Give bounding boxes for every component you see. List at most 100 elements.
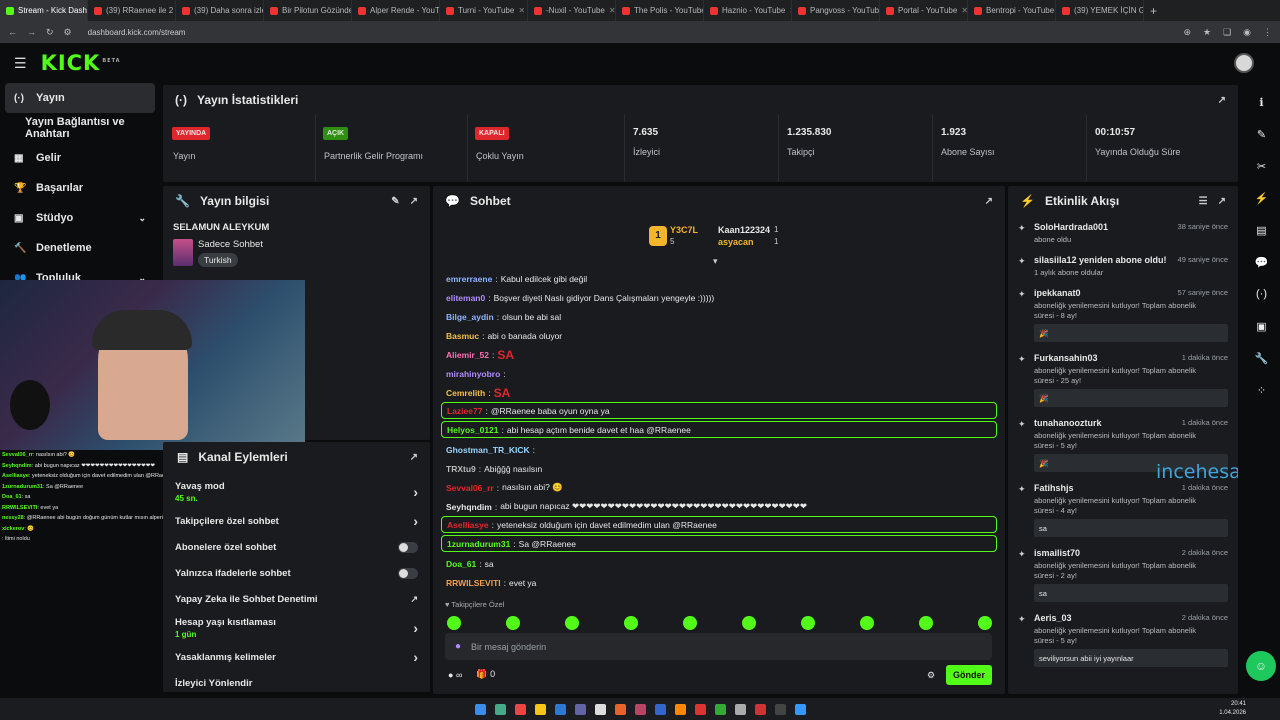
browser-tab[interactable]: (39) RRaenee ile 2 s✕ (88, 0, 176, 21)
taskbar-app-icon[interactable] (734, 703, 746, 715)
popout-icon[interactable]: ↗ (985, 196, 993, 207)
tag-chip[interactable]: Turkish (198, 253, 238, 267)
chat-message[interactable]: emrerraene: Kabul edilcek gibi değil (433, 269, 1005, 288)
sidebar-item[interactable]: 🔨 Denetleme (0, 233, 160, 263)
info-icon[interactable]: ℹ (1249, 89, 1275, 115)
bookmark-star-icon[interactable]: ★ (1203, 27, 1211, 38)
chat-message[interactable]: Aselliasye: yeteneksiz olduğum için davet… (441, 516, 997, 533)
chat-username[interactable]: Sevval06_rr (446, 483, 494, 493)
chat-input[interactable]: ● Bir mesaj gönderin (445, 633, 992, 660)
chat-message[interactable]: Basmuc: abi o banada oluyor (433, 326, 1005, 345)
chevron-right-icon[interactable]: › (413, 484, 418, 500)
profile-icon[interactable]: ◉ (1243, 27, 1251, 38)
zoom-icon[interactable]: ⊕ (1183, 27, 1191, 38)
broadcast-icon[interactable]: (·) (1249, 281, 1275, 307)
chat-username[interactable]: TRXtu9 (446, 464, 476, 474)
emote-icon[interactable] (624, 616, 638, 630)
feed-name[interactable]: ipekkanat0 (1034, 288, 1081, 298)
feed-item[interactable]: ✦ SoloHardrada001 38 saniye önce abone oldu (1008, 216, 1238, 249)
mic-icon[interactable]: ● (455, 641, 461, 652)
chat-message[interactable]: Laziee77: @RRaenee baba oyun oyna ya (441, 402, 997, 419)
chat-message[interactable]: Bilge_aydin: olsun be abi sal (433, 307, 1005, 326)
browser-tab[interactable]: Pangvoss - YouTube✕ (792, 0, 880, 21)
emote-icon[interactable] (801, 616, 815, 630)
taskbar-app-icon[interactable] (594, 703, 606, 715)
chat-username[interactable]: Helyos_0121 (447, 425, 499, 435)
hamburger-icon[interactable]: ☰ (14, 55, 27, 72)
chat-message[interactable]: Seyhqndim: abi bugun napıcaz ❤❤❤❤❤❤❤❤❤❤❤❤… (433, 497, 1005, 516)
chevron-right-icon[interactable]: › (413, 513, 418, 529)
channel-action-item[interactable]: Yalnızca ifadelerle sohbet (163, 560, 430, 586)
chat-message[interactable]: Helyos_0121: abi hesap açtım benide davet… (441, 421, 997, 438)
list-icon[interactable]: ▤ (1249, 217, 1275, 243)
emote-icon[interactable] (683, 616, 697, 630)
feed-item[interactable]: ✦ silasiila12 yeniden abone oldu! 49 saniy… (1008, 249, 1238, 282)
toggle-switch[interactable] (398, 541, 418, 553)
chevron-right-icon[interactable]: › (413, 649, 418, 665)
popout-icon[interactable]: ↗ (410, 452, 418, 463)
layers-icon[interactable]: ▣ (1249, 313, 1275, 339)
feed-item[interactable]: ✦ ipekkanat0 57 saniye önce aboneliğk yenil… (1008, 282, 1238, 347)
emote-icon[interactable] (978, 616, 992, 630)
chat-username[interactable]: Laziee77 (447, 406, 482, 416)
close-icon[interactable]: ✕ (961, 6, 967, 15)
points-indicator[interactable]: ● ∞ (448, 670, 462, 680)
browser-tab[interactable]: -Nuxil - YouTube ✕ (528, 0, 616, 21)
gift-counter[interactable]: 🎁 0 (476, 669, 495, 680)
chat-username[interactable]: Aselliasye (447, 520, 489, 530)
taskbar-app-icon[interactable] (474, 703, 486, 715)
chat-message[interactable]: Doa_61: sa (433, 554, 1005, 573)
chat-message[interactable]: Cemrelith: SA (433, 383, 1005, 402)
feed-name[interactable]: silasiila12 yeniden abone oldu! (1034, 255, 1167, 265)
taskbar-app-icon[interactable] (774, 703, 786, 715)
channel-action-item[interactable]: Yapay Zeka ile Sohbet Denetimi ↗ (163, 586, 430, 612)
avatar[interactable] (1234, 53, 1254, 73)
taskbar-app-icon[interactable] (494, 703, 506, 715)
taskbar-app-icon[interactable] (554, 703, 566, 715)
chat-username[interactable]: 1zurnadurum31 (447, 539, 510, 549)
browser-tab[interactable]: Portal - YouTube ✕ (880, 0, 968, 21)
popout-icon[interactable]: ↗ (1218, 196, 1226, 207)
wrench-icon[interactable]: 🔧 (1249, 345, 1275, 371)
edit-icon[interactable]: ✎ (391, 196, 399, 207)
site-info-icon[interactable]: ⚙ (64, 27, 72, 38)
emote-icon[interactable] (919, 616, 933, 630)
taskbar-app-icon[interactable] (574, 703, 586, 715)
channel-action-item[interactable]: Takipçilere özel sohbet › (163, 508, 430, 534)
channel-action-item[interactable]: Hesap yaşı kısıtlaması 1 gün › (163, 612, 430, 644)
pin-toggle-icon[interactable]: ▾ (713, 256, 718, 267)
forward-icon[interactable]: → (27, 27, 36, 37)
support-chat-button[interactable]: ☺ (1246, 651, 1276, 681)
sidebar-item[interactable]: Yayın Bağlantısı ve Anahtarı (0, 113, 160, 143)
channel-action-item[interactable]: İzleyici Yönlendir (163, 670, 430, 696)
sidebar-item[interactable]: ▣ Stüdyo ⌄ (0, 203, 160, 233)
reload-icon[interactable]: ↻ (46, 27, 54, 38)
edit-icon[interactable]: ✎ (1249, 121, 1275, 147)
chat-username[interactable]: Aliemir_52 (446, 350, 489, 360)
feed-name[interactable]: SoloHardrada001 (1034, 222, 1108, 232)
chat-username[interactable]: RRWILSEVITI (446, 578, 501, 588)
feed-name[interactable]: Aeris_03 (1034, 613, 1072, 623)
chat-username[interactable]: Cemrelith (446, 388, 485, 398)
emote-icon[interactable] (742, 616, 756, 630)
feed-name[interactable]: tunahanoozturk (1034, 418, 1102, 428)
kick-logo[interactable]: KICK BETA (41, 51, 121, 75)
channel-action-item[interactable]: Yasaklanmış kelimeler › (163, 644, 430, 670)
chat-message[interactable]: TRXtu9: Abiğğğ nasılsın (433, 459, 1005, 478)
chat-username[interactable]: emrerraene (446, 274, 492, 284)
chat-username[interactable]: eliteman0 (446, 293, 485, 303)
taskbar-app-icon[interactable] (754, 703, 766, 715)
chat-message[interactable]: eliteman0: Boşver diyeti Naslı gidiyor Da… (433, 288, 1005, 307)
sidebar-item[interactable]: (·) Yayın (5, 83, 155, 113)
chat-message[interactable]: mirahinyobro: (433, 364, 1005, 383)
taskbar-app-icon[interactable] (674, 703, 686, 715)
chat-message[interactable]: Ghostman_TR_KICK: (433, 440, 1005, 459)
chat-leaderboard[interactable]: 1 Y3C7L 5 Kaan122324 1 asyacan 1 (649, 224, 789, 254)
chat-username[interactable]: Doa_61 (446, 559, 476, 569)
feed-name[interactable]: Furkansahin03 (1034, 353, 1098, 363)
channel-action-item[interactable]: Abonelere özel sohbet (163, 534, 430, 560)
apps-icon[interactable]: ⁘ (1249, 377, 1275, 403)
taskbar-app-icon[interactable] (614, 703, 626, 715)
menu-dots-icon[interactable]: ⋮ (1263, 27, 1272, 38)
taskbar-app-icon[interactable] (694, 703, 706, 715)
